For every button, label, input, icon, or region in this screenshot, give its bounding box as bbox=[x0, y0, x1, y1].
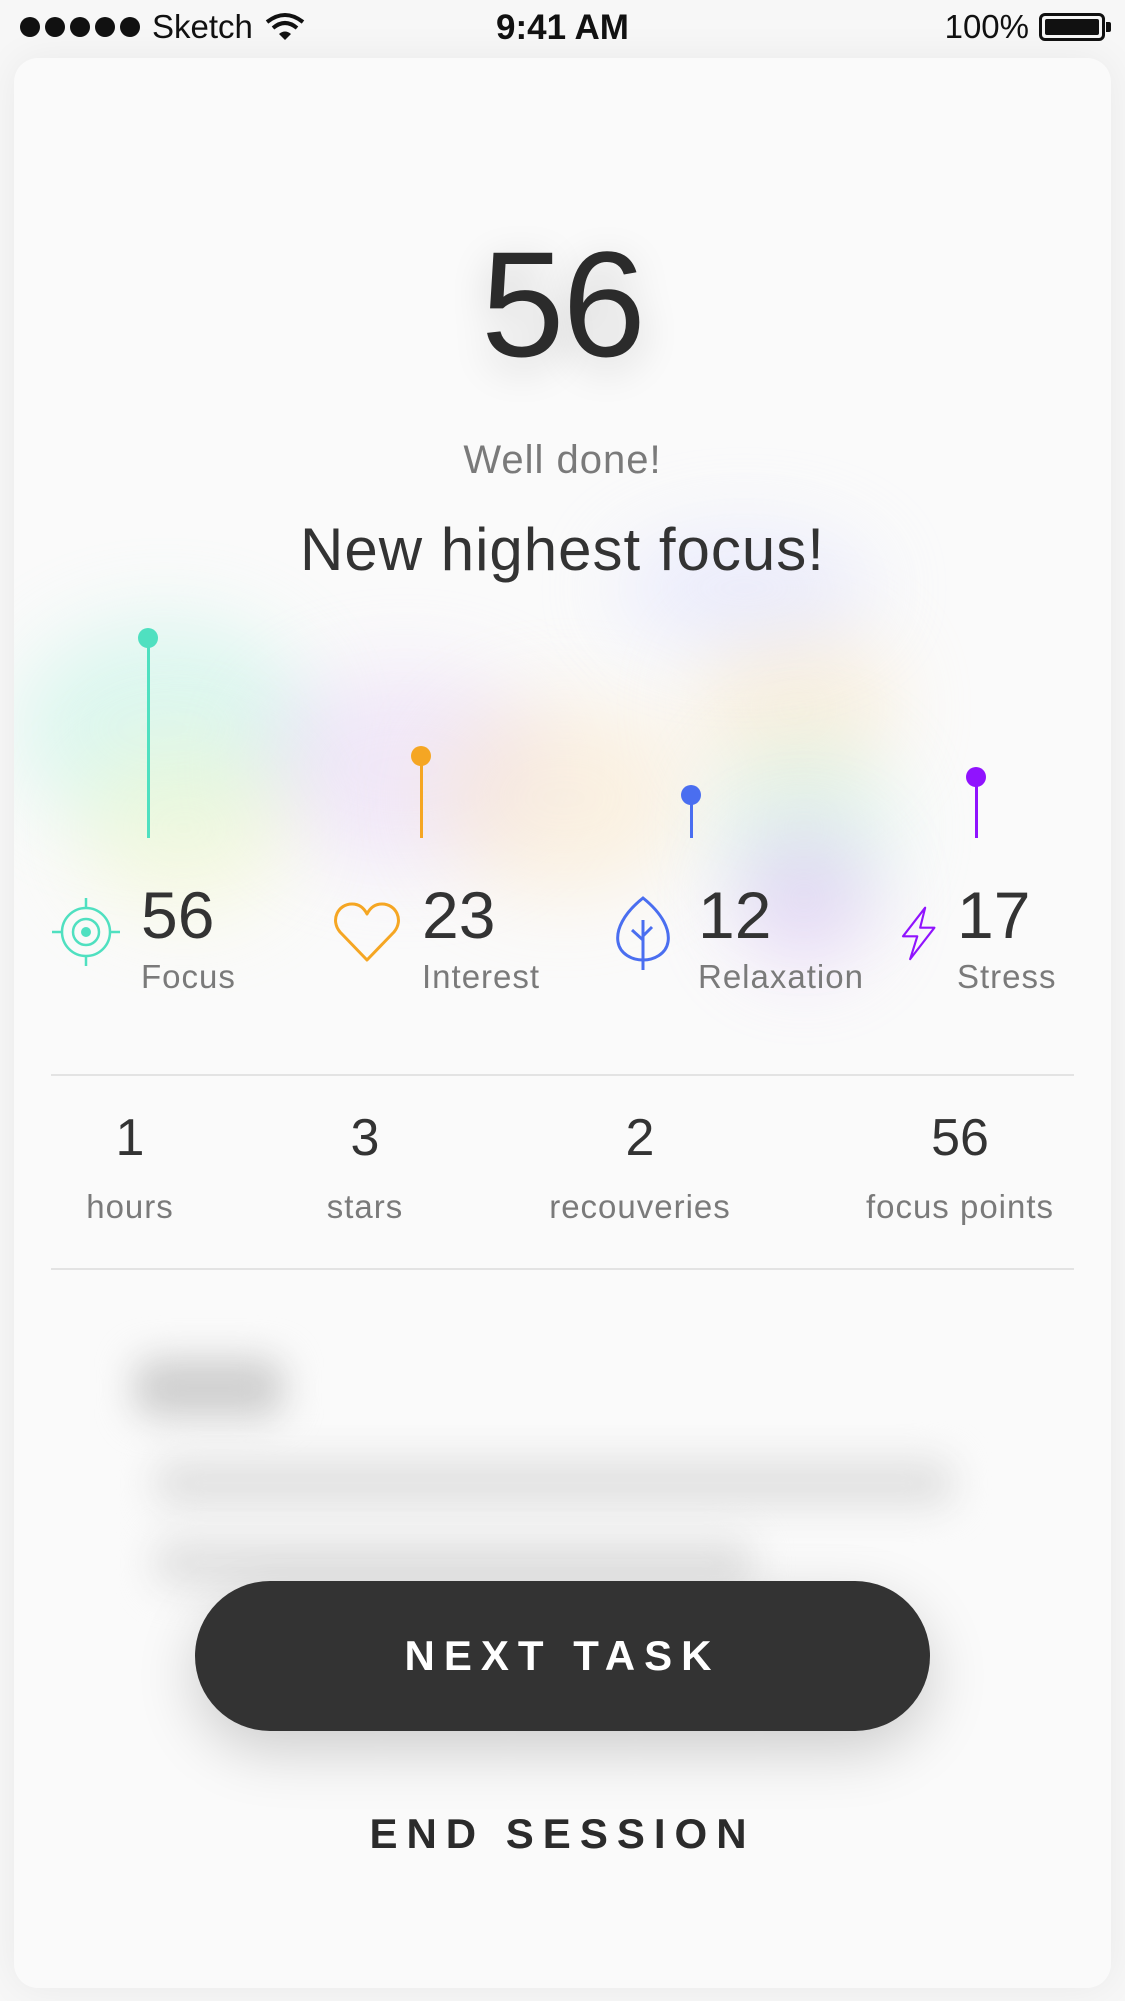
session-score: 56 bbox=[481, 220, 646, 388]
stat-value: 1 bbox=[115, 1109, 145, 1167]
stat-recoveries: 2 recouveries bbox=[530, 1112, 750, 1226]
end-session-button[interactable]: END SESSION bbox=[0, 1810, 1125, 1858]
stat-hours: 1 hours bbox=[60, 1112, 200, 1226]
metric-value: 23 bbox=[422, 878, 496, 952]
stat-value: 56 bbox=[931, 1109, 989, 1167]
stat-value: 2 bbox=[625, 1109, 655, 1167]
metric-label: Relaxation bbox=[698, 958, 864, 995]
metric-label: Stress bbox=[957, 958, 1057, 995]
next-task-button[interactable]: NEXT TASK bbox=[195, 1581, 930, 1731]
metric-relaxation: 12 Relaxation bbox=[608, 870, 864, 996]
pin-stick-focus bbox=[147, 638, 150, 838]
pin-head-focus bbox=[138, 628, 158, 648]
metric-interest: 23 Interest bbox=[332, 870, 540, 996]
metric-value: 12 bbox=[698, 878, 772, 952]
headline: New highest focus! bbox=[300, 516, 825, 583]
metric-focus: 56 Focus bbox=[51, 870, 236, 996]
lightning-icon bbox=[901, 906, 936, 961]
divider bbox=[51, 1074, 1074, 1076]
stat-label: hours bbox=[86, 1188, 174, 1225]
pin-stick-interest bbox=[420, 755, 423, 838]
metric-stress: 17 Stress bbox=[893, 870, 1057, 996]
heart-icon bbox=[334, 902, 400, 962]
metric-label: Focus bbox=[141, 958, 236, 995]
stat-label: recouveries bbox=[549, 1188, 731, 1225]
congrats-message: Well done! bbox=[463, 438, 662, 482]
blurred-content bbox=[154, 1458, 954, 1508]
stat-focus-points: 56 focus points bbox=[850, 1112, 1070, 1226]
stat-label: focus points bbox=[865, 1188, 1055, 1225]
blurred-content bbox=[134, 1358, 284, 1418]
divider bbox=[51, 1268, 1074, 1270]
background-blob bbox=[434, 698, 694, 898]
pin-head-interest bbox=[411, 745, 431, 766]
pin-head-relaxation bbox=[681, 785, 701, 806]
battery-status: 100% bbox=[944, 8, 1111, 46]
stat-stars: 3 stars bbox=[300, 1112, 430, 1226]
stat-value: 3 bbox=[350, 1109, 380, 1167]
metric-value: 56 bbox=[141, 878, 215, 952]
leaf-icon bbox=[616, 896, 670, 970]
battery-percent: 100% bbox=[944, 8, 1029, 45]
target-icon bbox=[52, 898, 120, 966]
stat-label: stars bbox=[326, 1188, 404, 1225]
status-bar: Sketch 9:41 AM 100% bbox=[0, 0, 1125, 60]
battery-icon bbox=[1039, 13, 1111, 41]
metric-value: 17 bbox=[957, 878, 1031, 952]
metric-label: Interest bbox=[422, 958, 541, 995]
